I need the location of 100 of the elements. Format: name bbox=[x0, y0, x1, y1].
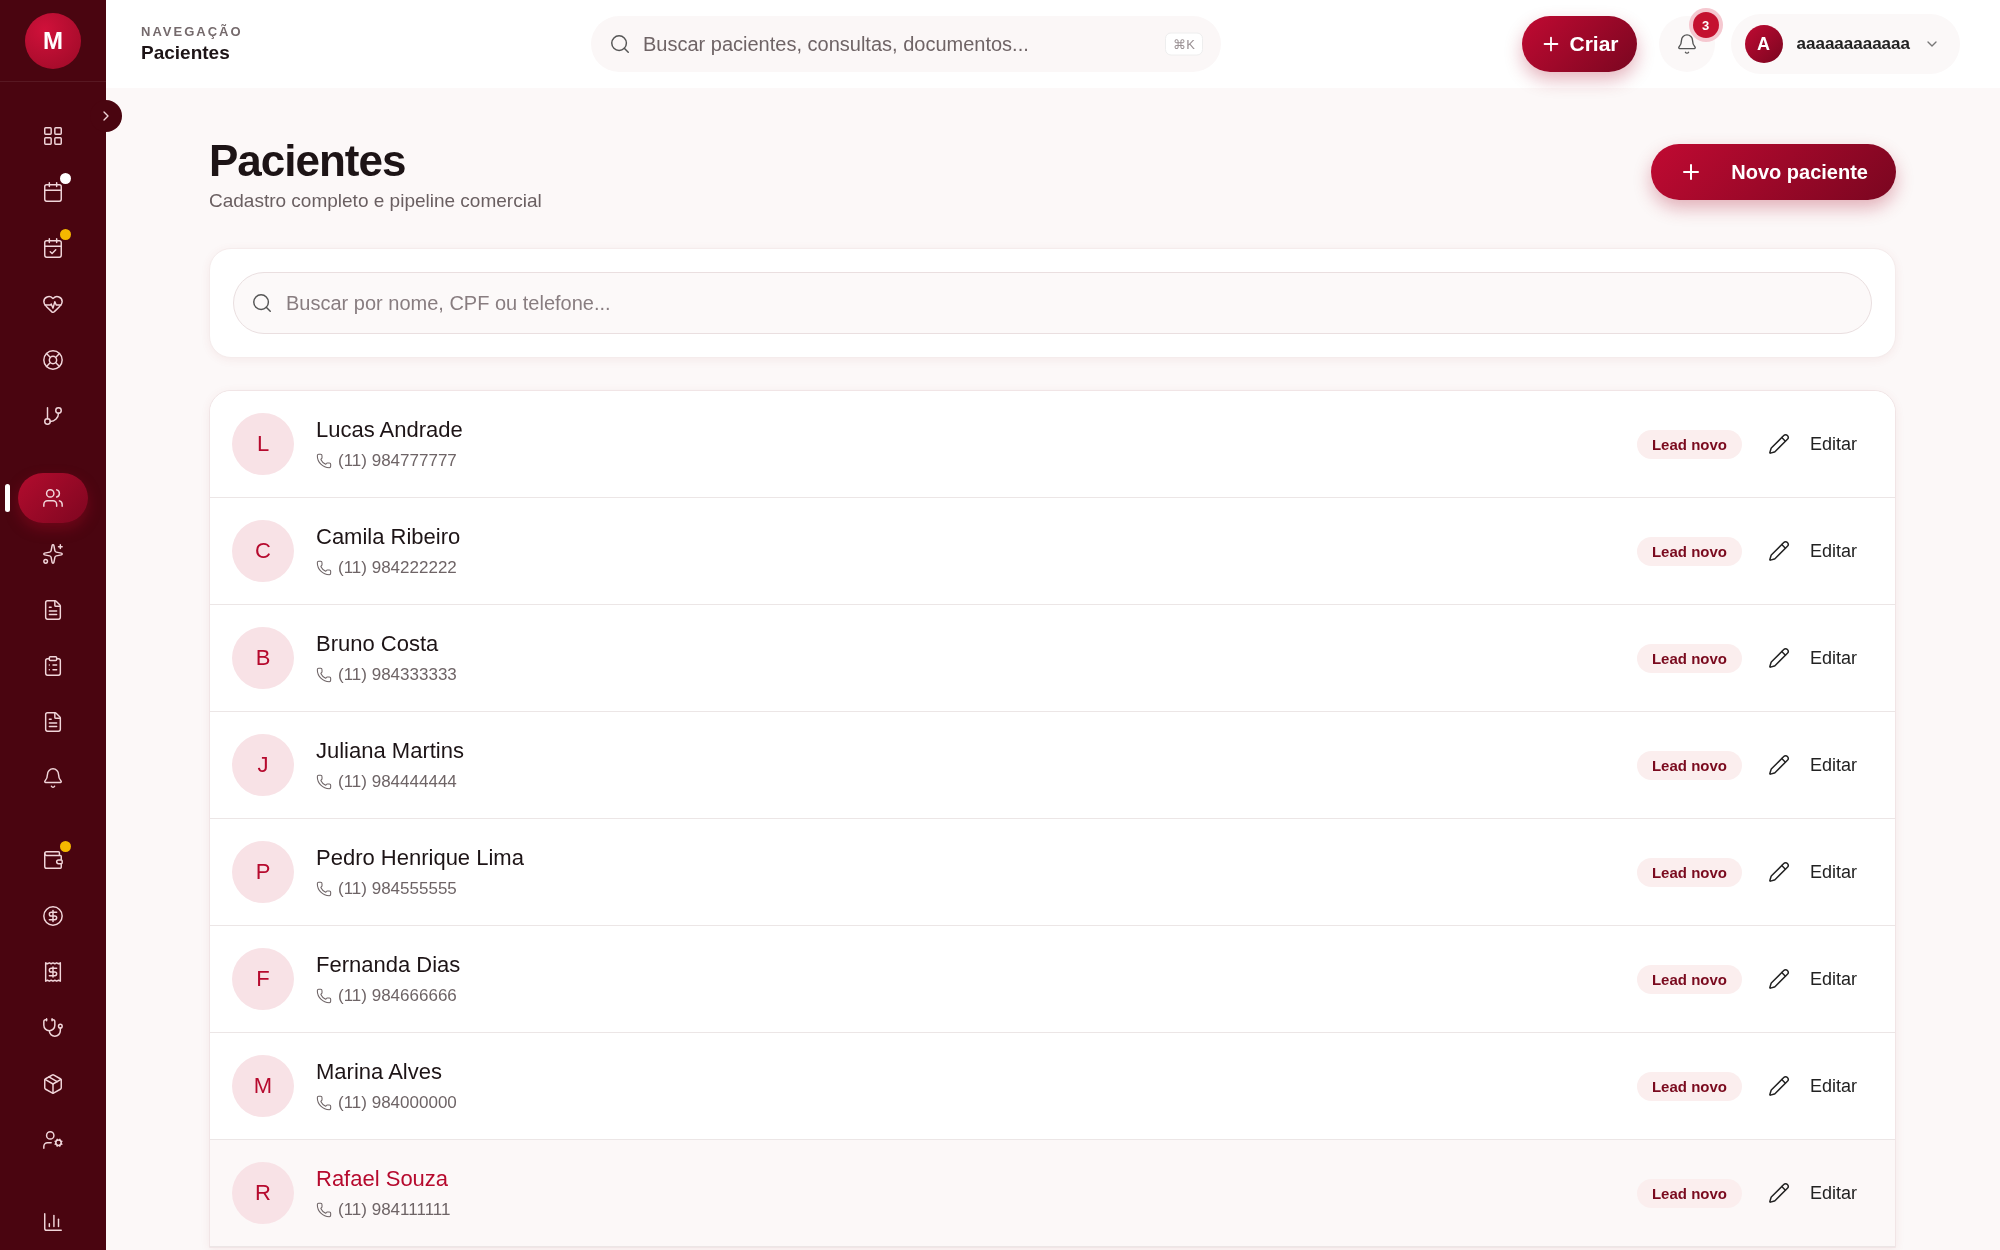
phone-icon bbox=[316, 1095, 332, 1111]
patient-name: Rafael Souza bbox=[316, 1166, 450, 1192]
phone-icon bbox=[316, 1202, 332, 1218]
patient-avatar: L bbox=[232, 413, 294, 475]
phone-icon bbox=[316, 667, 332, 683]
search-icon bbox=[609, 33, 631, 55]
pencil-icon bbox=[1767, 968, 1790, 990]
status-badge: Lead novo bbox=[1636, 750, 1742, 780]
phone-icon bbox=[316, 988, 332, 1004]
phone-icon bbox=[316, 453, 332, 469]
pencil-icon bbox=[1767, 540, 1790, 562]
user-menu[interactable]: A aaaaaaaaaaaa bbox=[1730, 14, 1960, 74]
notification-count: 3 bbox=[1692, 12, 1719, 38]
patient-phone: (11) 984444444 bbox=[338, 772, 457, 792]
user-settings-icon bbox=[42, 1129, 64, 1151]
breadcrumb-label: NAVEGAÇÃO bbox=[141, 24, 244, 39]
dollar-icon bbox=[42, 905, 64, 927]
patient-row[interactable]: R Rafael Souza (11) 984111111 Lead novo Editar bbox=[210, 1140, 1895, 1247]
pencil-icon bbox=[1767, 1075, 1790, 1097]
status-badge: Lead novo bbox=[1636, 964, 1742, 994]
page-title: Pacientes bbox=[209, 136, 407, 186]
patient-name: Bruno Costa bbox=[316, 631, 440, 657]
patient-row[interactable]: L Lucas Andrade (11) 984777777 Lead novo Editar bbox=[210, 391, 1895, 498]
pencil-icon bbox=[1767, 1182, 1790, 1204]
patient-name: Lucas Andrade bbox=[316, 417, 464, 443]
status-badge: Lead novo bbox=[1636, 1178, 1742, 1208]
status-badge: Lead novo bbox=[1636, 429, 1742, 459]
stethoscope-icon bbox=[42, 1017, 64, 1039]
patient-avatar: J bbox=[232, 734, 294, 796]
pencil-icon bbox=[1767, 754, 1790, 776]
status-badge: Lead novo bbox=[1636, 643, 1742, 673]
new-patient-button[interactable]: Novo paciente bbox=[1651, 144, 1896, 200]
pencil-icon bbox=[1767, 861, 1790, 883]
patient-row[interactable]: F Fernanda Dias (11) 984666666 Lead novo Editar bbox=[210, 926, 1895, 1033]
phone-icon bbox=[316, 774, 332, 790]
patient-avatar: F bbox=[232, 948, 294, 1010]
patient-avatar: B bbox=[232, 627, 294, 689]
patient-row[interactable]: B Bruno Costa (11) 984333333 Lead novo Editar bbox=[210, 605, 1895, 712]
patient-search-field[interactable]: Buscar por nome, CPF ou telefone... bbox=[233, 272, 1872, 334]
patient-avatar: C bbox=[232, 520, 294, 582]
phone-icon bbox=[316, 560, 332, 576]
patient-row[interactable]: P Pedro Henrique Lima (11) 984555555 Lead novo Editar bbox=[210, 819, 1895, 926]
document-icon bbox=[42, 599, 64, 621]
create-button[interactable]: Criar bbox=[1521, 16, 1637, 72]
calendar-icon bbox=[42, 181, 64, 203]
patient-name: Marina Alves bbox=[316, 1059, 443, 1085]
pencil-icon bbox=[1767, 647, 1790, 669]
patient-row[interactable]: J Juliana Martins (11) 984444444 Lead novo Editar bbox=[210, 712, 1895, 819]
user-name: aaaaaaaaaaaa bbox=[1796, 34, 1910, 54]
breadcrumb-title: Pacientes bbox=[141, 42, 231, 64]
edit-button[interactable]: Editar bbox=[1767, 540, 1857, 562]
shortcut-hint: ⌘K bbox=[1165, 32, 1203, 56]
wallet-icon bbox=[42, 849, 64, 871]
edit-button[interactable]: Editar bbox=[1767, 647, 1857, 669]
active-indicator bbox=[5, 484, 10, 512]
branch-icon bbox=[42, 405, 64, 427]
patient-avatar: R bbox=[232, 1162, 294, 1224]
bell-icon bbox=[1675, 33, 1698, 55]
edit-button[interactable]: Editar bbox=[1767, 1075, 1857, 1097]
edit-button[interactable]: Editar bbox=[1767, 968, 1857, 990]
patient-phone: (11) 984000000 bbox=[338, 1093, 457, 1113]
status-badge: Lead novo bbox=[1636, 536, 1742, 566]
patient-avatar: P bbox=[232, 841, 294, 903]
patient-phone: (11) 984666666 bbox=[338, 986, 457, 1006]
patient-name: Pedro Henrique Lima bbox=[316, 845, 525, 871]
lifebuoy-icon bbox=[42, 349, 64, 371]
bell-icon bbox=[42, 767, 64, 789]
patient-phone: (11) 984222222 bbox=[338, 558, 457, 578]
status-badge: Lead novo bbox=[1636, 1071, 1742, 1101]
grid-icon bbox=[42, 125, 64, 147]
phone-icon bbox=[316, 881, 332, 897]
package-icon bbox=[42, 1073, 64, 1095]
patient-name: Fernanda Dias bbox=[316, 952, 462, 978]
users-icon bbox=[42, 487, 64, 509]
search-icon bbox=[251, 292, 273, 314]
document-icon bbox=[42, 711, 64, 733]
edit-button[interactable]: Editar bbox=[1767, 433, 1857, 455]
user-avatar: A bbox=[1744, 25, 1783, 63]
edit-button[interactable]: Editar bbox=[1767, 754, 1857, 776]
patient-row[interactable]: M Marina Alves (11) 984000000 Lead novo Editar bbox=[210, 1033, 1895, 1140]
patient-row[interactable]: C Camila Ribeiro (11) 984222222 Lead novo Editar bbox=[210, 498, 1895, 605]
pencil-icon bbox=[1767, 433, 1790, 455]
receipt-icon bbox=[42, 961, 64, 983]
edit-button[interactable]: Editar bbox=[1767, 1182, 1857, 1204]
edit-button[interactable]: Editar bbox=[1767, 861, 1857, 883]
status-badge: Lead novo bbox=[1636, 857, 1742, 887]
patient-phone: (11) 984333333 bbox=[338, 665, 457, 685]
calendar-check-icon bbox=[42, 237, 64, 259]
heart-pulse-icon bbox=[42, 293, 64, 315]
patient-name: Juliana Martins bbox=[316, 738, 465, 764]
patient-phone: (11) 984555555 bbox=[338, 879, 457, 899]
clipboard-icon bbox=[42, 655, 64, 677]
page-subtitle: Cadastro completo e pipeline comercial bbox=[209, 190, 542, 212]
patient-avatar: M bbox=[232, 1055, 294, 1117]
brand-logo: M bbox=[25, 12, 81, 69]
sparkles-icon bbox=[42, 543, 64, 565]
patient-name: Camila Ribeiro bbox=[316, 524, 462, 550]
patient-phone: (11) 984777777 bbox=[338, 451, 457, 471]
patient-phone: (11) 984111111 bbox=[338, 1200, 451, 1220]
bar-chart-icon bbox=[42, 1211, 64, 1233]
